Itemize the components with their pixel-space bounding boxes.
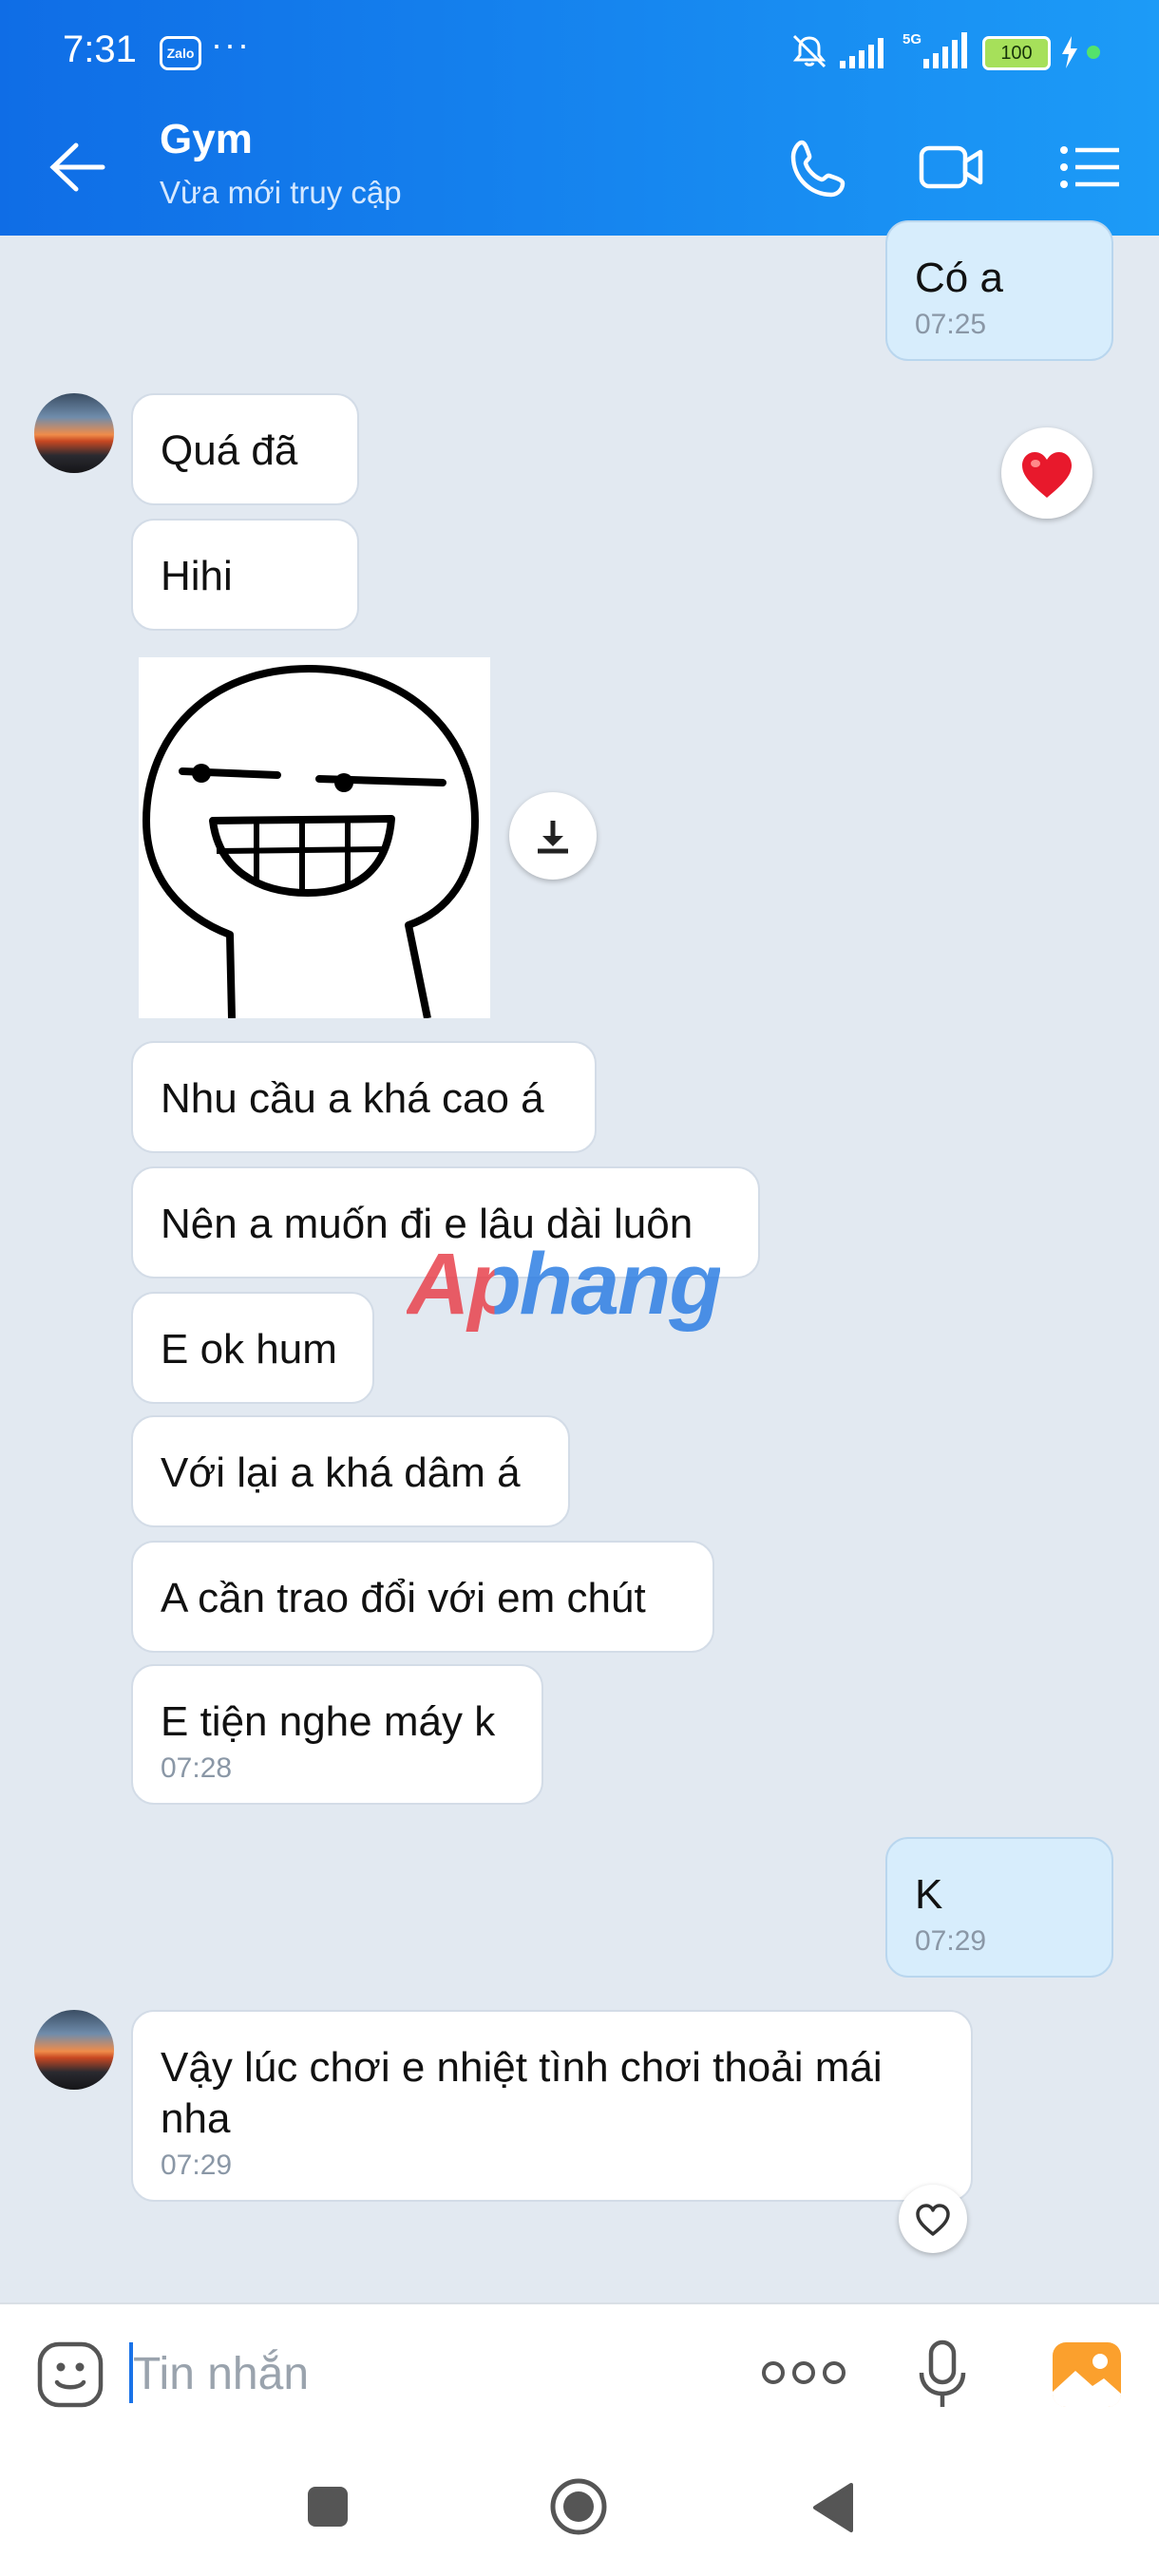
recents-button-icon[interactable] — [304, 2483, 352, 2530]
message-bubble-received[interactable]: Vậy lúc chơi e nhiệt tình chơi thoải mái… — [131, 2010, 973, 2202]
message-bubble-sent[interactable]: K 07:29 — [885, 1837, 1113, 1978]
chat-status-subtitle: Vừa mới truy cập — [160, 175, 402, 210]
download-sticker-button[interactable] — [509, 792, 597, 880]
emoji-icon[interactable] — [34, 2339, 106, 2411]
battery-indicator: 100 — [982, 36, 1051, 70]
status-time: 7:31 — [63, 28, 137, 70]
contact-avatar[interactable] — [34, 2010, 114, 2090]
message-text: E ok hum — [161, 1326, 337, 1373]
heart-icon — [1022, 452, 1072, 498]
charging-icon — [1062, 36, 1077, 68]
message-bubble-received[interactable]: E ok hum — [131, 1292, 374, 1404]
message-time: 07:29 — [915, 1925, 987, 1957]
message-text: Nhu cầu a khá cao á — [161, 1075, 544, 1122]
svg-text:5G: 5G — [902, 31, 922, 47]
message-bubble-received[interactable]: Nhu cầu a khá cao á — [131, 1041, 597, 1153]
system-nav-bar — [0, 2443, 1159, 2576]
message-text: Hihi — [161, 553, 233, 599]
message-bubble-received[interactable]: A cần trao đổi với em chút — [131, 1541, 714, 1653]
message-input[interactable] — [131, 2335, 743, 2413]
react-button[interactable] — [899, 2185, 967, 2253]
phone-icon[interactable] — [785, 133, 853, 201]
signal-icon — [840, 38, 884, 68]
menu-list-icon[interactable] — [1056, 133, 1125, 201]
message-input-bar — [0, 2302, 1159, 2445]
status-indicators: 5G 100 — [790, 28, 1113, 76]
video-call-icon[interactable] — [918, 133, 986, 201]
message-bubble-received[interactable]: Quá đã — [131, 393, 359, 505]
watermark-logo: Aphang — [407, 1236, 722, 1333]
message-bubble-sent[interactable]: Có a 07:25 — [885, 220, 1113, 361]
message-time: 07:29 — [161, 2150, 233, 2181]
signal-5g-icon: 5G — [902, 31, 967, 68]
message-bubble-received[interactable]: E tiện nghe máy k 07:28 — [131, 1664, 543, 1805]
message-text: Có a — [915, 255, 1003, 301]
back-arrow-icon[interactable] — [48, 138, 106, 197]
heart-outline-icon — [916, 2204, 950, 2236]
chat-header: 7:31 Zalo ··· 5G 100 Gym Vừa mới truy cậ… — [0, 0, 1159, 236]
image-icon[interactable] — [1051, 2340, 1123, 2409]
mic-icon[interactable] — [914, 2339, 971, 2411]
message-text: K — [915, 1871, 943, 1918]
message-time: 07:28 — [161, 1752, 233, 1784]
message-bubble-received[interactable]: Hihi — [131, 519, 359, 631]
more-notifications-indicator: ··· — [211, 25, 251, 64]
sticker-grinning-face[interactable] — [133, 650, 494, 1018]
zalo-notification-icon: Zalo — [160, 36, 201, 70]
message-text: E tiện nghe máy k — [161, 1698, 496, 1745]
reaction-button[interactable] — [1001, 427, 1092, 519]
message-text: Với lại a khá dâm á — [161, 1449, 521, 1496]
back-button-icon[interactable] — [809, 2481, 857, 2534]
download-icon — [538, 821, 568, 854]
message-text: A cần trao đổi với em chút — [161, 1575, 646, 1621]
contact-avatar[interactable] — [34, 393, 114, 473]
privacy-indicator — [1087, 46, 1100, 59]
more-icon[interactable] — [760, 2356, 847, 2390]
message-time: 07:25 — [915, 309, 987, 340]
message-text: Vậy lúc chơi e nhiệt tình chơi thoải mái… — [161, 2044, 883, 2142]
message-text: Quá đã — [161, 427, 298, 474]
message-bubble-received[interactable]: Với lại a khá dâm á — [131, 1415, 570, 1527]
home-button-icon[interactable] — [549, 2477, 608, 2536]
chat-title[interactable]: Gym — [160, 116, 253, 163]
mute-icon — [792, 34, 826, 68]
